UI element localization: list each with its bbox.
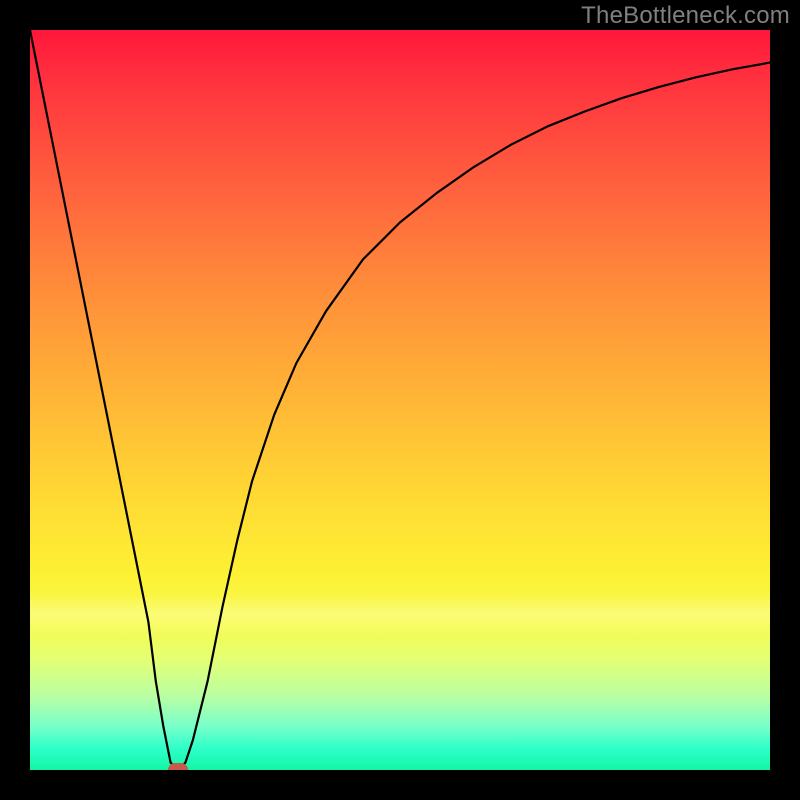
min-marker: [168, 763, 188, 770]
watermark-text: TheBottleneck.com: [581, 2, 790, 30]
bottleneck-curve: [30, 30, 770, 770]
plot-area: [30, 30, 770, 770]
chart-frame: TheBottleneck.com: [0, 0, 800, 800]
curve-svg: [30, 30, 770, 770]
